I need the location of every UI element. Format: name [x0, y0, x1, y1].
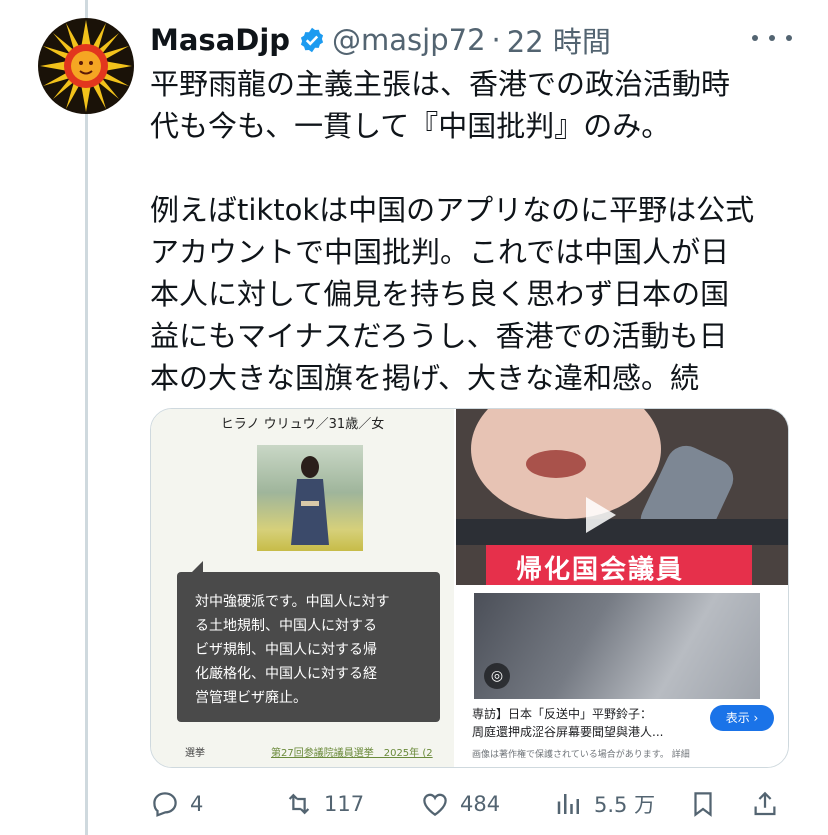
- sun-avatar-image: [38, 18, 134, 114]
- profile-card-quote: 対中強硬派です。中国人に対す る土地規制、中国人に対する ビザ規制、中国人に対す…: [195, 594, 390, 706]
- reply-button[interactable]: 4: [150, 782, 203, 826]
- speech-bubble: 対中強硬派です。中国人に対す る土地規制、中国人に対する ビザ規制、中国人に対す…: [177, 572, 440, 722]
- media-grid[interactable]: ヒラノ ウリュウ／31歳／女 対中強硬派です。中国人に対す る土地規制、中国人に…: [150, 408, 789, 768]
- author-handle[interactable]: @masjp72: [332, 23, 486, 57]
- views-count: 5.5 万: [594, 793, 656, 817]
- video-thumbnail[interactable]: 帰化国会議員: [456, 409, 788, 585]
- article-image: [474, 593, 760, 699]
- retweet-count: 117: [324, 792, 365, 816]
- like-count: 484: [460, 792, 501, 816]
- article-copyright-note: 画像は著作権で保護されている場合があります。 詳細: [472, 750, 690, 760]
- more-icon[interactable]: [752, 28, 792, 48]
- share-button[interactable]: [750, 782, 790, 826]
- article-title[interactable]: 専訪】日本「反送中」平野鈴子： 周庭還押成涩谷屏幕要聞望與港人...: [472, 705, 688, 741]
- tweet-time[interactable]: 22 時間: [507, 19, 611, 61]
- avatar[interactable]: [38, 18, 134, 114]
- separator: ·: [491, 23, 501, 57]
- views-icon: [557, 794, 579, 814]
- profile-card-image[interactable]: ヒラノ ウリュウ／31歳／女 対中強硬派です。中国人に対す る土地規制、中国人に…: [151, 409, 454, 767]
- retweet-button[interactable]: 117: [284, 782, 364, 826]
- share-icon: [754, 791, 776, 816]
- play-icon[interactable]: [586, 497, 616, 533]
- tweet-header: MasaDjp @masjp72 · 22 時間: [150, 19, 611, 61]
- bookmark-button[interactable]: [688, 782, 728, 826]
- video-banner: 帰化国会議員: [486, 545, 752, 585]
- profile-card-footer-label: 選挙: [185, 748, 205, 759]
- tweet-text: 平野雨龍の主義主張は、香港での政治活動時 代も今も、一貫して『中国批判』のみ。 …: [150, 67, 755, 395]
- article-view-button[interactable]: 表示 ›: [710, 705, 774, 731]
- reply-icon: [153, 792, 177, 817]
- lens-icon[interactable]: ◎: [484, 663, 510, 689]
- action-bar: 4 117 484 5.5 万: [150, 782, 790, 826]
- like-button[interactable]: 484: [420, 782, 500, 826]
- video-banner-text: 帰化国会議員: [516, 555, 685, 585]
- profile-card-title: ヒラノ ウリュウ／31歳／女: [220, 417, 385, 432]
- views-button[interactable]: 5.5 万: [554, 782, 655, 826]
- thread-line: [85, 0, 88, 835]
- like-icon: [423, 793, 447, 816]
- verified-badge-icon: [300, 27, 324, 53]
- retweet-icon: [288, 793, 310, 815]
- reply-count: 4: [190, 792, 204, 816]
- author-name[interactable]: MasaDjp: [150, 23, 290, 57]
- bookmark-icon: [694, 792, 712, 817]
- profile-card-footer-link[interactable]: 第27回参議院議員選挙 2025年 (2: [271, 744, 433, 759]
- candidate-photo: [257, 445, 363, 551]
- article-card[interactable]: ◎ 専訪】日本「反送中」平野鈴子： 周庭還押成涩谷屏幕要聞望與港人... 表示 …: [456, 587, 788, 767]
